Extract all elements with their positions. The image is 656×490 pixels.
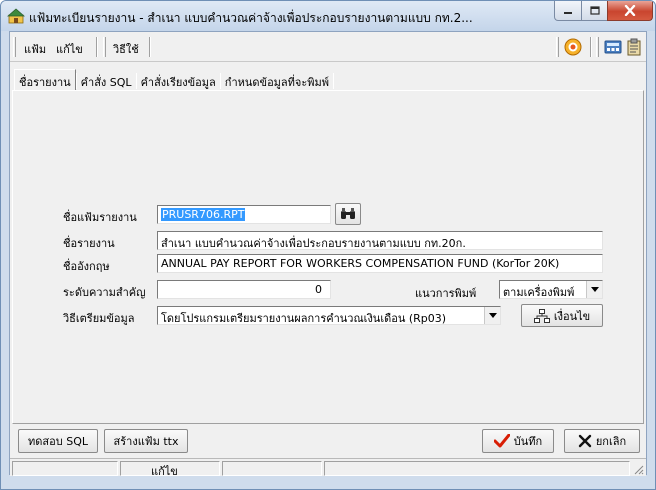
toolbar-grip[interactable] [596, 37, 599, 57]
chevron-down-icon[interactable] [586, 281, 602, 298]
status-cell-empty [12, 461, 118, 476]
condition-button[interactable]: เงื่อนไข [521, 304, 603, 327]
menu-edit[interactable]: แก้ไข [56, 40, 83, 58]
resize-grip-icon[interactable] [632, 463, 644, 475]
save-button-label: บันทึก [513, 435, 543, 448]
save-button[interactable]: บันทึก [482, 429, 554, 453]
minimize-button[interactable] [554, 1, 582, 21]
maximize-button[interactable] [581, 1, 608, 21]
tab-print-fields[interactable]: กำหนดข้อมูลที่จะพิมพ์ [221, 70, 333, 90]
tab-sql-command[interactable]: คำสั่ง SQL [77, 70, 136, 90]
minimize-icon [564, 11, 572, 14]
toolbar-separator [590, 37, 592, 57]
english-name-input[interactable]: ANNUAL PAY REPORT FOR WORKERS COMPENSATI… [157, 254, 603, 273]
clipboard-icon[interactable] [625, 38, 643, 56]
calculator-icon[interactable] [604, 38, 622, 56]
toolbar-grip[interactable] [103, 37, 106, 57]
hierarchy-icon [533, 308, 550, 323]
priority-input[interactable]: 0 [157, 280, 331, 299]
title-bar[interactable]: แฟ้มทะเบียนรายงาน - สำเนา แบบคำนวณค่าจ้า… [1, 1, 655, 31]
report-file-value: PRUSR706.RPT [161, 208, 246, 221]
client-area: แฟ้ม แก้ไข วิธีใช้ ชื่อรายงาน คำสั่ง SQL… [9, 31, 647, 478]
prep-method-label: วิธีเตรียมข้อมูล [63, 312, 135, 325]
priority-label: ระดับความสำคัญ [63, 286, 146, 299]
button-bar: ทดสอบ SQL สร้างแฟ้ม ttx บันทึก ยกเลิก [12, 424, 644, 458]
menu-separator [149, 37, 151, 57]
app-icon [7, 8, 25, 24]
test-sql-button[interactable]: ทดสอบ SQL [18, 429, 98, 453]
browse-file-button[interactable] [335, 203, 361, 225]
tab-sort-command[interactable]: คำสั่งเรียงข้อมูล [137, 70, 220, 90]
status-cell-empty [222, 461, 322, 476]
window-title: แฟ้มทะเบียนรายงาน - สำเนา แบบคำนวณค่าจ้า… [29, 11, 473, 25]
chevron-down-icon[interactable] [484, 307, 500, 324]
prep-method-value: โดยโปรแกรมเตรียมรายงานผลการคำนวณเงินเดือ… [161, 312, 447, 325]
english-name-label: ชื่ออังกฤษ [63, 260, 110, 273]
menu-separator [96, 37, 98, 57]
binoculars-icon [341, 208, 355, 219]
menu-file[interactable]: แฟ้ม [24, 40, 46, 58]
close-button[interactable] [607, 1, 653, 21]
close-icon [624, 5, 636, 16]
print-orientation-label: แนวการพิมพ์ [415, 287, 477, 300]
report-name-input[interactable]: สำเนา แบบคำนวณค่าจ้างเพื่อประกอบรายงานตา… [157, 231, 603, 250]
print-orientation-select[interactable]: ตามเครื่องพิมพ์ [499, 280, 603, 299]
print-orientation-value: ตามเครื่องพิมพ์ [503, 286, 575, 299]
report-name-label: ชื่อรายงาน [63, 237, 115, 250]
x-icon [578, 434, 592, 448]
cancel-button-label: ยกเลิก [595, 435, 627, 448]
checkmark-icon [493, 434, 510, 448]
report-register-window: แฟ้มทะเบียนรายงาน - สำเนา แบบคำนวณค่าจ้า… [0, 0, 656, 490]
tab-report-name[interactable]: ชื่อรายงาน [14, 69, 76, 91]
status-bar: แก้ไข [10, 458, 646, 478]
condition-button-label: เงื่อนไข [553, 309, 591, 323]
create-ttx-button[interactable]: สร้างแฟ้ม ttx [104, 429, 188, 453]
status-cell-empty [324, 461, 630, 476]
menu-bar: แฟ้ม แก้ไข วิธีใช้ [10, 32, 646, 62]
maximize-icon [589, 6, 600, 15]
tab-separator [333, 73, 335, 89]
status-mode: แก้ไข [120, 461, 220, 478]
report-file-input[interactable]: PRUSR706.RPT [157, 205, 331, 224]
prep-method-select[interactable]: โดยโปรแกรมเตรียมรายงานผลการคำนวณเงินเดือ… [157, 306, 501, 325]
menu-help[interactable]: วิธีใช้ [113, 40, 139, 58]
tab-panel-report-name: ชื่อแฟ้มรายงาน PRUSR706.RPT ชื่อรายงาน ส… [12, 90, 644, 424]
toolbar-grip[interactable] [556, 37, 559, 57]
tab-strip: ชื่อรายงาน คำสั่ง SQL คำสั่งเรียงข้อมูล … [14, 69, 335, 91]
toolbar-grip[interactable] [13, 37, 16, 57]
cancel-button[interactable]: ยกเลิก [564, 429, 640, 453]
help-circle-icon[interactable] [564, 38, 582, 56]
report-file-label: ชื่อแฟ้มรายงาน [63, 211, 137, 224]
